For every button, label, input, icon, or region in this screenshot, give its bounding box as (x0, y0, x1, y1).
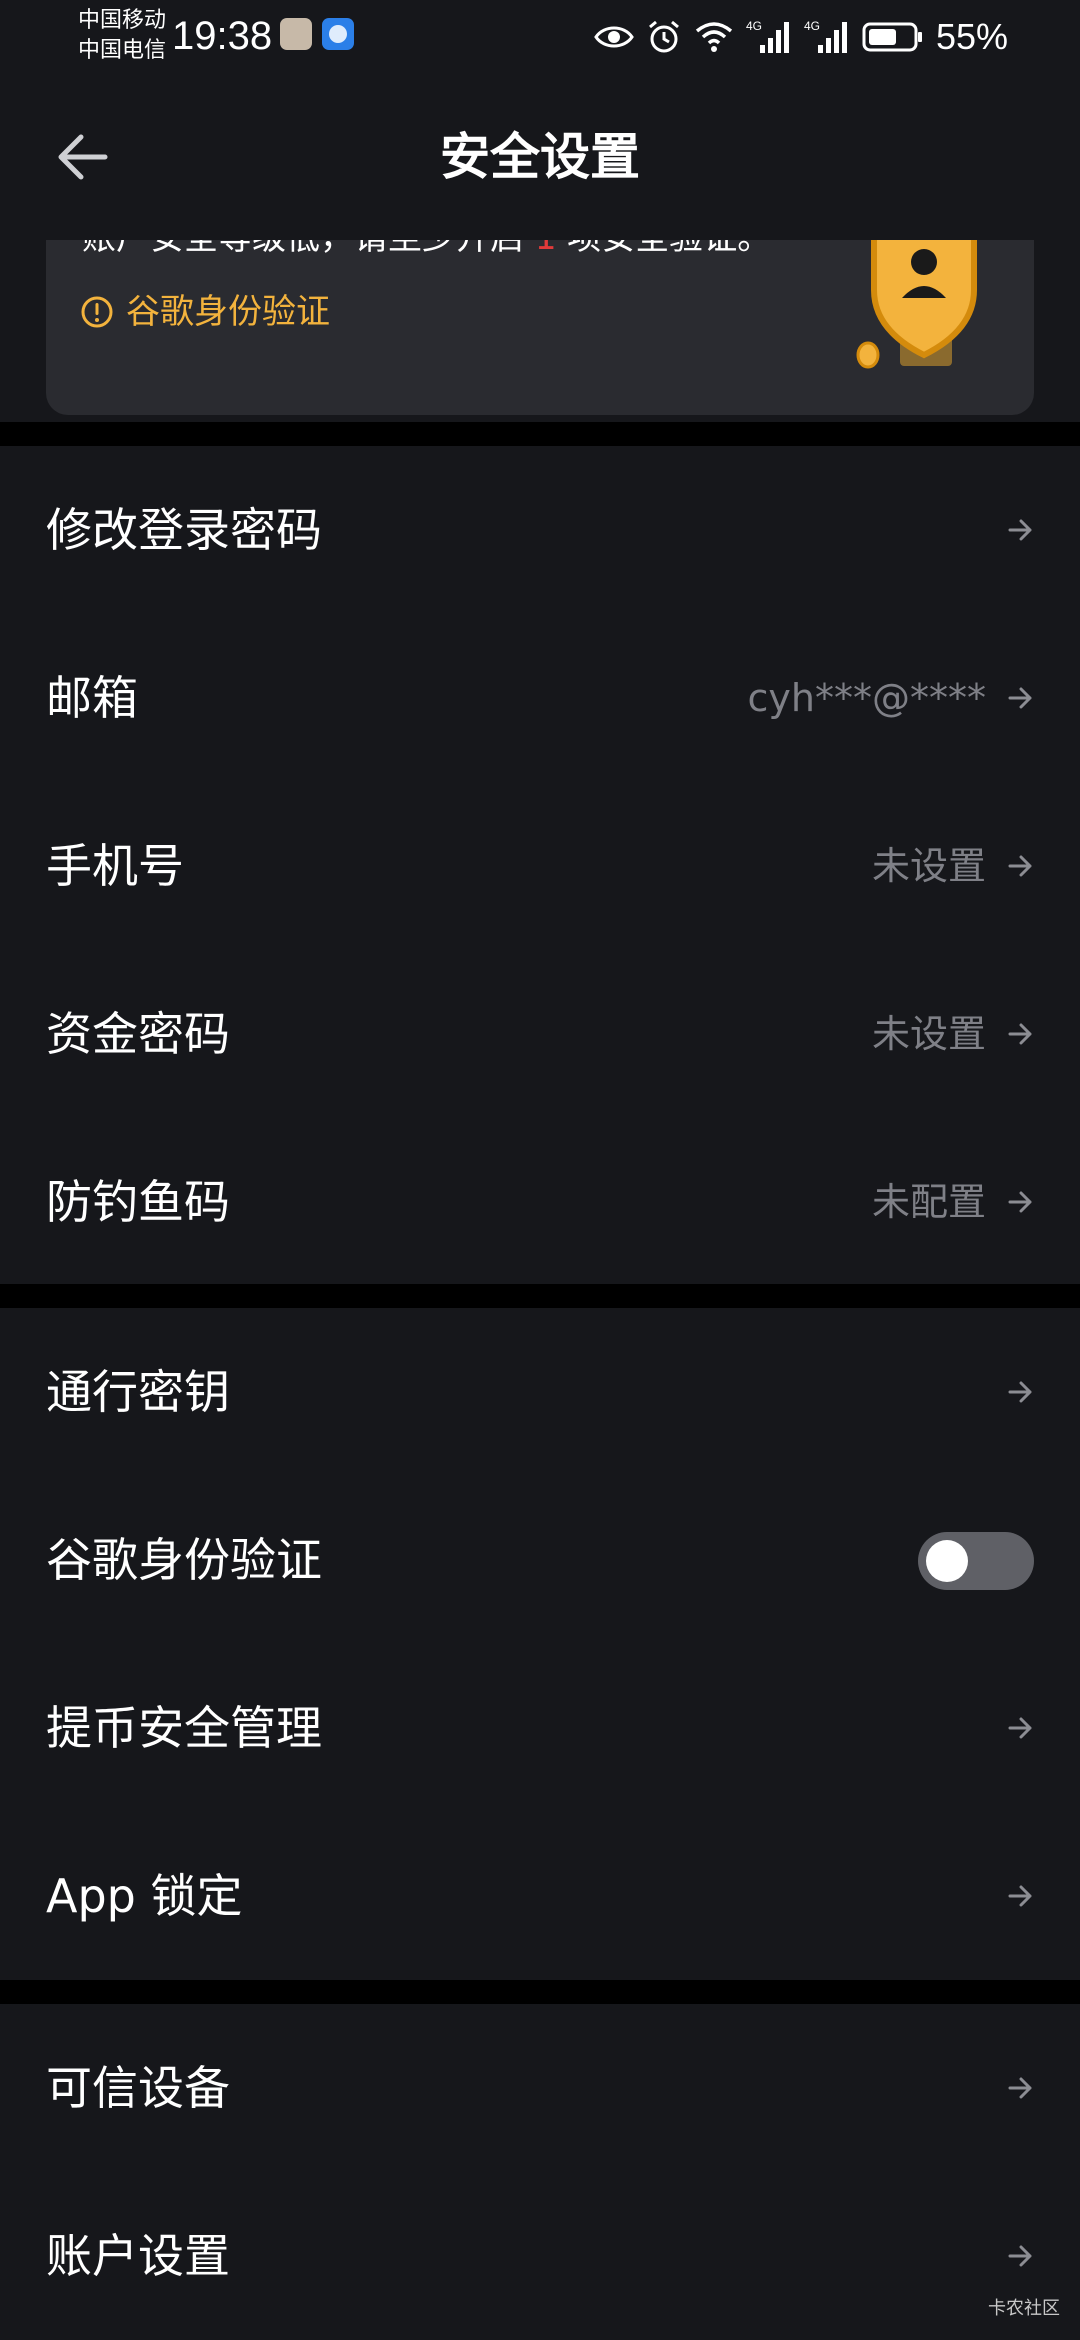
status-icons: 4G 4G 55% (594, 14, 1008, 60)
security-level-banner: 账户安全等级低，请至少开启 1 项安全验证。 谷歌身份验证 (46, 240, 1034, 415)
security-shield-illustration (856, 240, 977, 369)
withdrawal-security-row[interactable]: 提币安全管理 (0, 1644, 1080, 1812)
status-bar: 中国移动 中国电信 19:38 4G 4G 55% (0, 0, 1080, 75)
change-login-password-row[interactable]: 修改登录密码 (0, 446, 1080, 614)
arrow-right-icon (1008, 2245, 1032, 2267)
app-header: 安全设置 (0, 75, 1080, 240)
row-label: 谷歌身份验证 (46, 1533, 322, 1587)
page-title: 安全设置 (440, 128, 640, 186)
status-time: 19:38 (172, 14, 273, 58)
device-account-section: 可信设备 账户设置 卡农社区 (0, 2004, 1080, 2340)
signal-4g-icon: 4G (804, 19, 847, 53)
google-auth-prompt[interactable]: 谷歌身份验证 (80, 288, 330, 336)
watermark: 卡农社区 (988, 2298, 1060, 2319)
toggle-knob (926, 1540, 968, 1582)
arrow-right-icon (1008, 1885, 1032, 1907)
security-level-text-end: 项安全验证。 (556, 240, 771, 258)
row-label: 手机号 (46, 839, 184, 893)
email-row[interactable]: 邮箱 cyh***@**** (0, 614, 1080, 782)
row-label: 通行密钥 (46, 1365, 230, 1419)
screen: 中国移动 中国电信 19:38 4G 4G 55% 安全设置 谷歌身份验证 修改… (0, 0, 1080, 2340)
battery-icon (862, 22, 922, 52)
row-label: 修改登录密码 (46, 503, 322, 557)
arrow-right-icon (1008, 855, 1032, 877)
row-label: 防钓鱼码 (46, 1175, 230, 1229)
carrier-labels: 中国移动 中国电信 (78, 6, 166, 66)
app-lock-row[interactable]: App 锁定 (0, 1812, 1080, 1980)
arrow-right-icon (1008, 519, 1032, 541)
network-label-1: 4G (746, 19, 762, 33)
arrow-right-icon (1008, 1023, 1032, 1045)
network-label-2: 4G (804, 19, 820, 33)
anti-phishing-code-row[interactable]: 防钓鱼码 未配置 (0, 1118, 1080, 1286)
anti-phishing-value: 未配置 (871, 1180, 986, 1224)
battery-percent: 55% (935, 16, 1008, 57)
account-settings-row[interactable]: 账户设置 (0, 2172, 1080, 2340)
alarm-icon (648, 20, 679, 53)
warning-circle-icon (81, 296, 113, 328)
notification-browser-icon (322, 18, 354, 50)
phone-value: 未设置 (871, 844, 986, 888)
row-label: 账户设置 (46, 2229, 230, 2283)
row-label: 邮箱 (46, 671, 138, 725)
fund-password-row[interactable]: 资金密码 未设置 (0, 950, 1080, 1118)
arrow-right-icon (1008, 1381, 1032, 1403)
account-security-section: 修改登录密码 邮箱 cyh***@**** 手机号 未设置 资金密码 未设置 防… (0, 446, 1080, 1284)
verification-section: 通行密钥 谷歌身份验证 提币安全管理 App 锁定 (0, 1308, 1080, 1980)
phone-row[interactable]: 手机号 未设置 (0, 782, 1080, 950)
notification-app-icon (280, 18, 312, 50)
fund-password-value: 未设置 (871, 1012, 986, 1056)
row-label: 提币安全管理 (46, 1701, 322, 1755)
security-level-text: 账户安全等级低，请至少开启 (82, 240, 535, 258)
security-banner-section: 账户安全等级低，请至少开启 1 项安全验证。 谷歌身份验证 (0, 240, 1080, 422)
row-label: 资金密码 (46, 1007, 230, 1061)
signal-4g-icon: 4G (746, 19, 789, 53)
email-value: cyh***@**** (747, 676, 986, 720)
arrow-right-icon (1008, 1717, 1032, 1739)
carrier-1: 中国移动 (78, 8, 167, 33)
security-level-message: 账户安全等级低，请至少开启 1 项安全验证。 (82, 240, 771, 260)
arrow-right-icon (1008, 687, 1032, 709)
row-label: App 锁定 (46, 1869, 243, 1923)
row-label: 可信设备 (46, 2061, 230, 2115)
wifi-icon (695, 22, 733, 52)
required-count: 1 (535, 240, 557, 258)
carrier-2: 中国电信 (78, 38, 167, 63)
google-auth-row: 谷歌身份验证 (0, 1476, 1080, 1644)
arrow-right-icon (1008, 1191, 1032, 1213)
arrow-right-icon (1008, 2077, 1032, 2099)
passkey-row[interactable]: 通行密钥 (0, 1308, 1080, 1476)
google-auth-link: 谷歌身份验证 (126, 292, 330, 332)
eye-icon (594, 26, 634, 48)
google-auth-toggle[interactable] (918, 1532, 1034, 1590)
trusted-devices-row[interactable]: 可信设备 (0, 2004, 1080, 2172)
